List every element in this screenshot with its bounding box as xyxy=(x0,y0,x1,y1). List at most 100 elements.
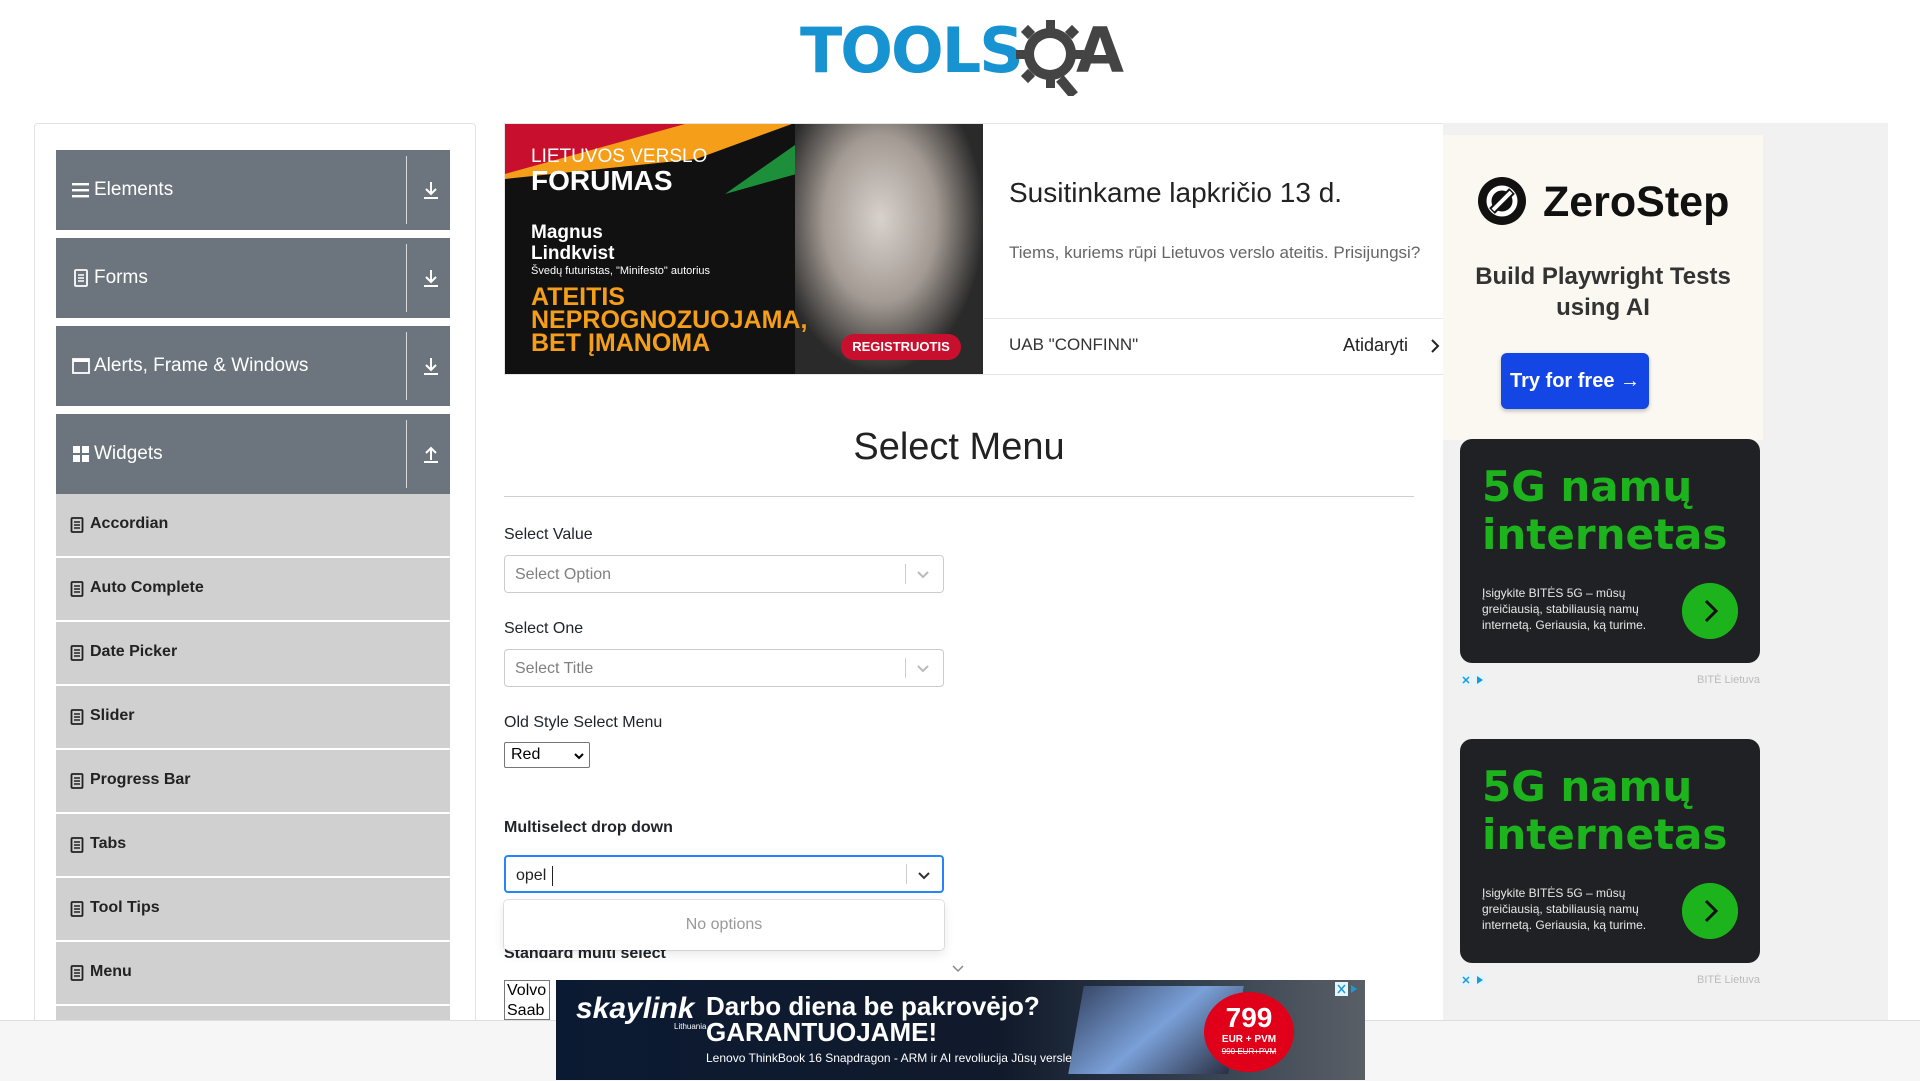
banner-headline: Darbo diena be pakrovėjo? xyxy=(706,991,1040,1021)
divider xyxy=(406,332,407,400)
multi-option-saab[interactable]: Saab xyxy=(505,1001,549,1019)
multi-option-volvo[interactable]: Volvo xyxy=(505,981,549,1001)
ad-footer: BITĖ Lietuva xyxy=(1460,972,1760,988)
multiselect-label: Multiselect drop down xyxy=(504,819,673,836)
window-icon xyxy=(72,358,90,374)
chevron-right-icon[interactable] xyxy=(1429,338,1441,354)
select-value-dropdown[interactable]: Select Option xyxy=(504,555,944,593)
banner-headline-2: GARANTUOJAME! xyxy=(706,1017,938,1047)
document-icon xyxy=(70,517,84,533)
ad-brand: BITĖ Lietuva xyxy=(1697,674,1760,686)
zerostep-name: ZeroStep xyxy=(1543,178,1730,226)
document-icon xyxy=(70,709,84,725)
sidebar-item-label: Tool Tips xyxy=(90,899,160,916)
toolsqa-logo[interactable]: TOOLS A xyxy=(800,14,1125,96)
ad-slogan: ATEITIS NEPROGNOZUOJAMA, BET ĮMANOMA xyxy=(531,283,808,357)
text-caret xyxy=(552,866,553,886)
divider xyxy=(905,564,906,584)
divider xyxy=(406,420,407,488)
divider xyxy=(504,496,1414,497)
sidebar-group-widgets[interactable]: Widgets xyxy=(56,414,450,494)
ad-person-name: Magnus Lindkvist xyxy=(531,222,615,264)
chevron-down-icon xyxy=(574,753,584,760)
chevron-down-icon[interactable] xyxy=(916,867,932,883)
sidebar-group-label: Elements xyxy=(94,179,174,200)
banner-price-badge: 799 EUR + PVM 990 EUR+PVM xyxy=(1204,992,1294,1072)
adchoices-icon[interactable] xyxy=(1460,974,1488,986)
ad-open-link[interactable]: Atidaryti xyxy=(1343,333,1408,357)
banner-brand-sub: Lithuania xyxy=(674,1022,707,1031)
bite-ad-title: 5G namų internetas xyxy=(1482,762,1728,859)
sidebar-item-progress-bar[interactable]: Progress Bar xyxy=(56,750,450,812)
ad-company: UAB "CONFINN" xyxy=(1009,335,1139,354)
sidebar-group-forms[interactable]: Forms xyxy=(56,238,450,318)
select-one-placeholder: Select Title xyxy=(515,660,594,677)
ad-register-button[interactable]: REGISTRUOTIS xyxy=(841,334,961,360)
zerostep-ad[interactable]: ZeroStep Build Playwright Tests using AI… xyxy=(1443,135,1763,440)
sidebar-item-accordian[interactable]: Accordian xyxy=(56,494,450,556)
ad-footer: BITĖ Lietuva xyxy=(1460,672,1760,688)
download-arrow-icon[interactable] xyxy=(422,180,440,200)
adchoices-icon[interactable] xyxy=(1460,674,1488,686)
banner-smallprint: Lenovo ThinkBook 16 Snapdragon - ARM ir … xyxy=(706,1051,1076,1065)
document-icon xyxy=(70,837,84,853)
sidebar-item-label: Auto Complete xyxy=(90,579,204,596)
grid-icon xyxy=(73,446,89,462)
download-arrow-icon[interactable] xyxy=(422,268,440,288)
sidebar-item-slider[interactable]: Slider xyxy=(56,686,450,748)
sidebar-item-tabs[interactable]: Tabs xyxy=(56,814,450,876)
sidebar-item-label: Menu xyxy=(90,963,132,980)
sidebar-group-label: Forms xyxy=(94,267,148,288)
standard-multi-select[interactable]: Volvo Saab xyxy=(504,980,550,1020)
ad-brand: BITĖ Lietuva xyxy=(1697,974,1760,986)
sidebar-item-label: Slider xyxy=(90,707,135,724)
arrow-right-icon[interactable] xyxy=(1682,583,1738,639)
divider xyxy=(406,244,407,312)
zerostep-logo-icon xyxy=(1478,177,1526,225)
bars-icon xyxy=(72,183,89,198)
sidebar-item-auto-complete[interactable]: Auto Complete xyxy=(56,558,450,620)
download-arrow-icon[interactable] xyxy=(422,356,440,376)
bite-ad-1[interactable]: 5G namų internetas Įsigykite BITĖS 5G – … xyxy=(1460,439,1760,663)
old-style-select[interactable]: Red xyxy=(504,742,590,768)
sidebar-group-label: Widgets xyxy=(94,443,163,464)
select-one-dropdown[interactable]: Select Title xyxy=(504,649,944,687)
sidebar-item-tool-tips[interactable]: Tool Tips xyxy=(56,878,450,940)
left-sidebar: Elements Forms Alerts, Frame & Windows W… xyxy=(34,123,476,1065)
multiselect-menu: No options xyxy=(504,900,944,950)
sidebar-item-menu[interactable]: Menu xyxy=(56,942,450,1004)
arrow-right-icon[interactable] xyxy=(1682,883,1738,939)
multiselect-input[interactable]: opel xyxy=(504,855,944,893)
divider xyxy=(984,318,1444,319)
select-value-placeholder: Select Option xyxy=(515,566,612,583)
adchoices-icon[interactable] xyxy=(1335,982,1363,996)
ad-image: LIETUVOS VERSLO FORUMAS Magnus Lindkvist… xyxy=(505,124,983,374)
chevron-down-icon[interactable] xyxy=(915,660,931,676)
sidebar-item-date-picker[interactable]: Date Picker xyxy=(56,622,450,684)
banner-brand: skaylink xyxy=(576,992,695,1025)
chevron-down-icon xyxy=(952,965,964,973)
ad-person-desc: Švedų futuristas, "Minifesto" autorius xyxy=(531,265,711,277)
document-icon xyxy=(70,645,84,661)
document-icon xyxy=(70,901,84,917)
logo-text-a: A xyxy=(1076,14,1124,87)
document-icon xyxy=(74,269,88,287)
sidebar-group-alerts[interactable]: Alerts, Frame & Windows xyxy=(56,326,450,406)
divider xyxy=(406,156,407,224)
bite-ad-text: Įsigykite BITĖS 5G – mūsų greičiausią, s… xyxy=(1482,586,1647,632)
top-advertisement[interactable]: LIETUVOS VERSLO FORUMAS Magnus Lindkvist… xyxy=(504,123,1445,375)
logo-text-tools: TOOLS xyxy=(800,14,1024,87)
select-value-label: Select Value xyxy=(504,526,593,543)
divider xyxy=(906,864,907,884)
site-header: TOOLS A xyxy=(0,0,1920,110)
bottom-banner-ad[interactable]: skaylink Lithuania Darbo diena be pakrov… xyxy=(556,980,1365,1080)
try-for-free-button[interactable]: Try for free → xyxy=(1501,353,1649,409)
multiselect-input-value: opel xyxy=(516,867,547,884)
chevron-down-icon[interactable] xyxy=(915,566,931,582)
bite-ad-2[interactable]: 5G namų internetas Įsigykite BITĖS 5G – … xyxy=(1460,739,1760,963)
sidebar-group-elements[interactable]: Elements xyxy=(56,150,450,230)
sidebar-item-label: Progress Bar xyxy=(90,771,191,788)
banner-price-unit: EUR + PVM xyxy=(1221,1034,1277,1045)
sidebar-item-label: Date Picker xyxy=(90,643,178,660)
upload-arrow-icon[interactable] xyxy=(422,444,440,464)
